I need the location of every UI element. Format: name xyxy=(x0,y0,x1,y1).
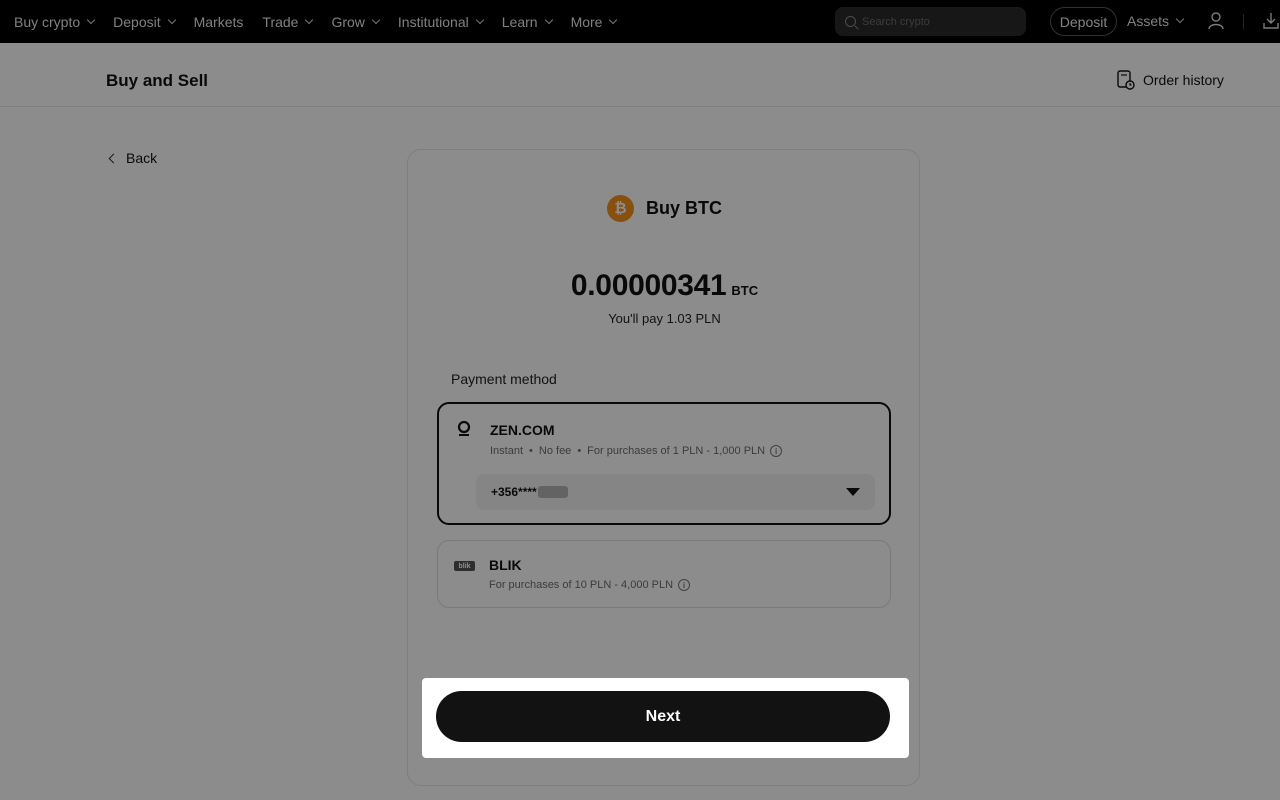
back-label: Back xyxy=(126,150,158,166)
assets-label: Assets xyxy=(1127,13,1170,29)
payment-option-zen[interactable]: ZEN.COM Instant • No fee • For purchases… xyxy=(437,402,891,525)
pay-summary: You'll pay 1.03 PLN xyxy=(608,311,721,326)
nav-item-label: Markets xyxy=(193,13,244,30)
blik-logo-icon: blik xyxy=(454,561,475,571)
chevron-down-icon xyxy=(305,15,314,24)
search-box[interactable] xyxy=(835,7,1026,36)
separator-dot: • xyxy=(577,445,582,457)
amount-display: 0.00000341 BTC xyxy=(408,269,921,303)
spotlight-panel: Next xyxy=(422,678,909,758)
order-history-link[interactable]: Order history xyxy=(1117,70,1224,90)
payment-method-label: Payment method xyxy=(451,371,557,387)
nav-item-label: More xyxy=(570,13,603,30)
account-select[interactable]: +356**** xyxy=(476,474,875,510)
buy-header: ₿ Buy BTC xyxy=(408,195,921,222)
tag-limits: For purchases of 10 PLN - 4,000 PLN xyxy=(489,579,674,591)
amount-value: 0.00000341 xyxy=(570,269,727,302)
nav-item-more[interactable]: More xyxy=(570,13,618,30)
search-icon xyxy=(845,16,856,27)
order-history-icon xyxy=(1117,70,1135,90)
back-button[interactable]: Back xyxy=(108,150,158,166)
info-icon[interactable]: i xyxy=(770,445,783,457)
payment-option-blik[interactable]: blik BLIK For purchases of 10 PLN - 4,00… xyxy=(437,540,891,608)
nav-item-label: Deposit xyxy=(113,13,161,30)
redacted-mask xyxy=(537,486,568,498)
nav-item-markets[interactable]: Markets xyxy=(194,14,244,30)
order-history-label: Order history xyxy=(1143,72,1224,88)
chevron-left-icon xyxy=(108,153,119,163)
nav-item-label: Trade xyxy=(262,13,299,30)
nav-divider xyxy=(1243,14,1244,29)
payment-option-name: ZEN.COM xyxy=(490,422,555,438)
payment-option-name: BLIK xyxy=(489,557,522,573)
chevron-down-icon xyxy=(371,15,381,24)
nav-item-label: Institutional xyxy=(397,13,469,30)
chevron-down-icon xyxy=(167,15,176,24)
bitcoin-icon: ₿ xyxy=(607,195,634,222)
user-icon[interactable] xyxy=(1208,12,1224,30)
chevron-down-icon xyxy=(1175,14,1185,24)
amount-unit: BTC xyxy=(731,283,759,298)
page-title: Buy and Sell xyxy=(106,71,209,90)
nav-item-learn[interactable]: Learn xyxy=(501,13,553,30)
nav-item-label: Grow xyxy=(331,13,365,30)
assets-menu[interactable]: Assets xyxy=(1127,13,1185,29)
nav-item-institutional[interactable]: Institutional xyxy=(397,13,484,30)
subheader: Buy and Sell Order history xyxy=(0,43,1280,107)
next-button[interactable]: Next xyxy=(436,691,890,742)
nav-item-label: Learn xyxy=(501,13,538,30)
separator-dot: • xyxy=(529,445,533,457)
chevron-down-icon xyxy=(86,15,96,24)
info-icon[interactable]: i xyxy=(678,579,691,591)
account-value: +356**** xyxy=(491,485,537,499)
tag-instant: Instant xyxy=(490,445,524,457)
zen-logo-icon xyxy=(457,420,471,436)
nav-item-grow[interactable]: Grow xyxy=(331,13,381,30)
chevron-down-icon xyxy=(475,15,484,24)
chevron-down-icon xyxy=(609,15,618,24)
nav-item-deposit[interactable]: Deposit xyxy=(113,13,176,30)
nav-menu: Buy crypto Deposit Markets Trade Grow In… xyxy=(0,0,635,43)
nav-item-buy-crypto[interactable]: Buy crypto xyxy=(14,13,96,30)
tag-no-fee: No fee xyxy=(538,445,572,457)
nav-item-label: Buy crypto xyxy=(14,13,81,30)
download-icon[interactable] xyxy=(1263,12,1279,30)
search-input[interactable] xyxy=(862,15,1012,28)
tag-limits: For purchases of 1 PLN - 1,000 PLN xyxy=(587,445,766,457)
caret-down-icon xyxy=(846,488,860,496)
deposit-button[interactable]: Deposit xyxy=(1050,7,1117,36)
chevron-down-icon xyxy=(544,15,553,24)
buy-title: Buy BTC xyxy=(646,198,722,218)
payment-option-details: For purchases of 10 PLN - 4,000 PLN i xyxy=(489,579,691,591)
payment-option-details: Instant • No fee • For purchases of 1 PL… xyxy=(490,445,783,457)
top-nav: Buy crypto Deposit Markets Trade Grow In… xyxy=(0,0,1280,43)
nav-item-trade[interactable]: Trade xyxy=(262,13,314,30)
